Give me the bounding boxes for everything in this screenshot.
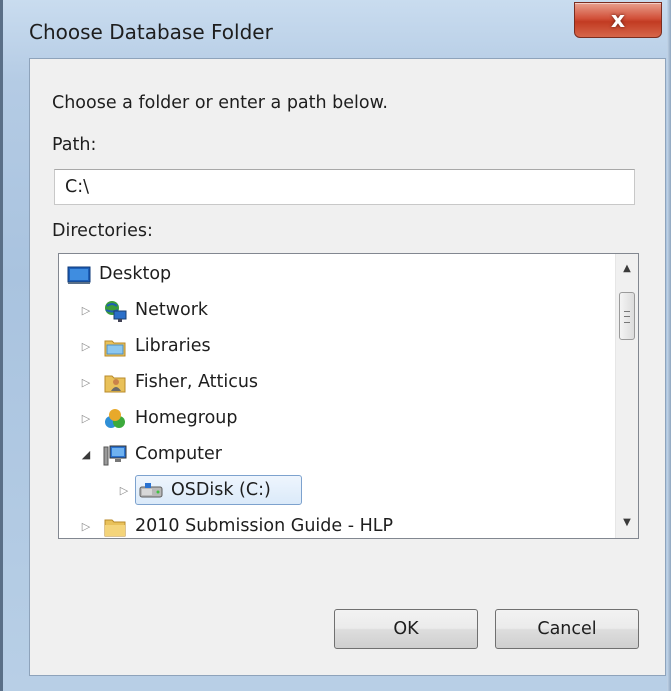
instruction-text: Choose a folder or enter a path below. (52, 93, 388, 113)
tree-item-label: 2010 Submission Guide - HLP (135, 516, 394, 536)
tree-item-computer[interactable]: ◢ Computer (59, 438, 599, 472)
tree-item-osdisk[interactable]: ▷ OSDisk (C:) (59, 474, 599, 508)
tree-item-label: Libraries (135, 336, 211, 356)
tree-item-desktop[interactable]: Desktop (59, 258, 599, 292)
grip-icon (624, 311, 630, 323)
dialog-client-area: Choose a folder or enter a path below. P… (29, 58, 666, 676)
tree-item-user-folder[interactable]: ▷ Fisher, Atticus (59, 366, 599, 400)
tree-item-label: Computer (135, 444, 222, 464)
close-button[interactable]: x (574, 2, 662, 38)
tree-item-label: OSDisk (C:) (171, 480, 271, 500)
tree-item-label: Fisher, Atticus (135, 372, 259, 392)
tree-item-label: Homegroup (135, 408, 238, 428)
tree-item-network[interactable]: ▷ Network (59, 294, 599, 328)
path-label: Path: (52, 135, 97, 155)
path-input[interactable] (54, 169, 635, 205)
close-icon: x (610, 7, 626, 33)
directories-label: Directories: (52, 221, 153, 241)
libraries-icon (103, 335, 127, 359)
expand-arrow-icon[interactable]: ▷ (79, 519, 93, 535)
expand-arrow-icon[interactable]: ▷ (79, 411, 93, 427)
cancel-button[interactable]: Cancel (495, 609, 639, 649)
collapse-arrow-icon[interactable]: ◢ (79, 447, 93, 463)
desktop-icon (67, 263, 91, 287)
scroll-up-arrow-icon[interactable]: ▲ (616, 258, 638, 280)
window-title: Choose Database Folder (29, 20, 273, 44)
homegroup-icon (103, 407, 127, 431)
directory-tree[interactable]: Desktop ▷ Network ▷ Libraries ▷ Fisher, … (58, 253, 639, 539)
expand-arrow-icon[interactable]: ▷ (79, 303, 93, 319)
expand-arrow-icon[interactable]: ▷ (117, 483, 131, 499)
expand-arrow-icon[interactable]: ▷ (79, 375, 93, 391)
vertical-scrollbar[interactable]: ▲ ▼ (615, 254, 638, 538)
tree-item-label: Network (135, 300, 209, 320)
scroll-down-arrow-icon[interactable]: ▼ (616, 512, 638, 534)
tree-item-label: Desktop (99, 264, 172, 284)
network-icon (103, 299, 127, 323)
expand-arrow-icon[interactable]: ▷ (79, 339, 93, 355)
dialog-window: Choose Database Folder x Choose a folder… (0, 0, 671, 691)
tree-item-folder[interactable]: ▷ 2010 Submission Guide - HLP (59, 510, 599, 538)
tree-item-libraries[interactable]: ▷ Libraries (59, 330, 599, 364)
tree-item-homegroup[interactable]: ▷ Homegroup (59, 402, 599, 436)
drive-icon (139, 479, 163, 503)
computer-icon (103, 443, 127, 467)
folder-icon (103, 515, 127, 538)
ok-button[interactable]: OK (334, 609, 478, 649)
user-folder-icon (103, 371, 127, 395)
scrollbar-thumb[interactable] (619, 292, 635, 340)
